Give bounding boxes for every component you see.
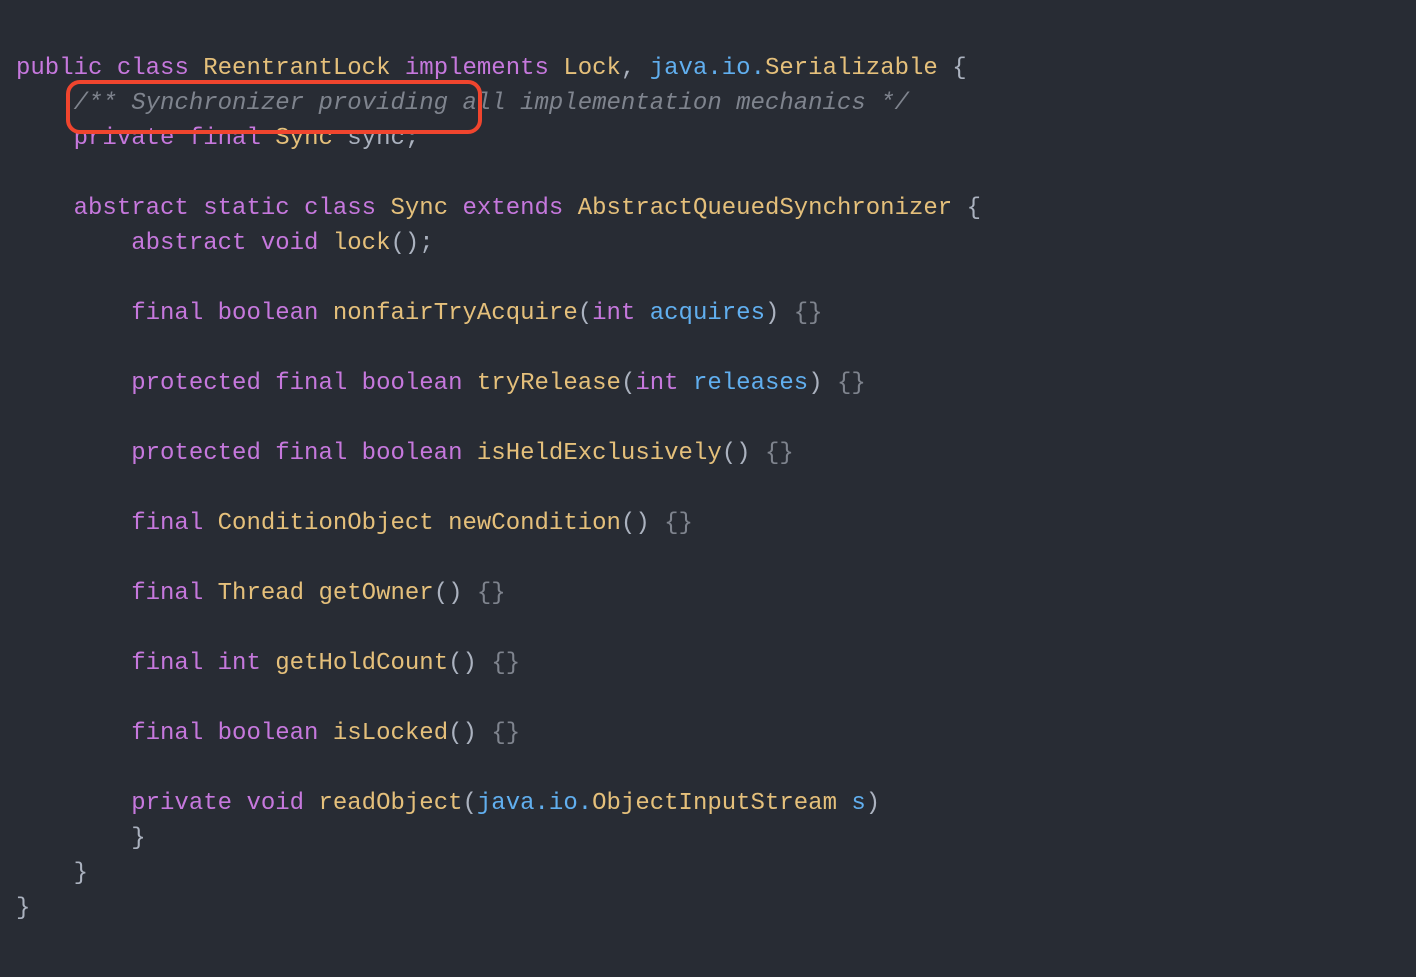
method-nonfairtryacquire: nonfairTryAcquire (333, 300, 578, 327)
kw-final: final (131, 300, 203, 327)
empty-body: {} (765, 440, 794, 467)
type-thread: Thread (218, 580, 304, 607)
code-block: public class ReentrantLock implements Lo… (0, 0, 1416, 977)
parens: () (722, 440, 751, 467)
brace-close: } (74, 860, 88, 887)
parens: (); (390, 230, 433, 257)
kw-void: void (261, 230, 319, 257)
empty-body: {} (491, 650, 520, 677)
parens: () (448, 720, 477, 747)
method-readobject: readObject (318, 790, 462, 817)
type-objectinputstream: ObjectInputStream (592, 790, 837, 817)
param-acquires: acquires (650, 300, 765, 327)
pkg-java-io: java.io. (477, 790, 592, 817)
comma: , (621, 55, 635, 82)
type-serializable: Serializable (765, 55, 938, 82)
method-islocked: isLocked (333, 720, 448, 747)
paren-close: ) (765, 300, 779, 327)
empty-body: {} (491, 720, 520, 747)
kw-final: final (275, 370, 347, 397)
empty-body: {} (837, 370, 866, 397)
parens: () (434, 580, 463, 607)
paren-open: ( (578, 300, 592, 327)
kw-public: public (16, 55, 102, 82)
kw-int: int (592, 300, 635, 327)
type-sync: Sync (275, 125, 333, 152)
kw-extends: extends (463, 195, 564, 222)
type-sync: Sync (390, 195, 448, 222)
kw-boolean: boolean (218, 300, 319, 327)
kw-protected: protected (131, 370, 261, 397)
kw-implements: implements (405, 55, 549, 82)
paren-open: ( (463, 790, 477, 817)
method-newcondition: newCondition (448, 510, 621, 537)
type-reentrantlock: ReentrantLock (203, 55, 390, 82)
kw-private: private (74, 125, 175, 152)
parens: () (448, 650, 477, 677)
kw-protected: protected (131, 440, 261, 467)
kw-class: class (304, 195, 376, 222)
kw-static: static (203, 195, 289, 222)
brace-open: { (952, 55, 966, 82)
kw-final: final (131, 720, 203, 747)
method-isheldexclusively: isHeldExclusively (477, 440, 722, 467)
empty-body: {} (794, 300, 823, 327)
kw-final: final (131, 510, 203, 537)
kw-boolean: boolean (362, 370, 463, 397)
kw-boolean: boolean (218, 720, 319, 747)
paren-open: ( (621, 370, 635, 397)
method-tryrelease: tryRelease (477, 370, 621, 397)
paren-close: ) (808, 370, 822, 397)
method-lock: lock (333, 230, 391, 257)
kw-abstract: abstract (74, 195, 189, 222)
type-aqs: AbstractQueuedSynchronizer (578, 195, 952, 222)
kw-final: final (275, 440, 347, 467)
param-s: s (851, 790, 865, 817)
kw-abstract: abstract (131, 230, 246, 257)
kw-class: class (117, 55, 189, 82)
kw-boolean: boolean (362, 440, 463, 467)
kw-void: void (246, 790, 304, 817)
kw-int: int (218, 650, 261, 677)
parens: () (621, 510, 650, 537)
kw-int: int (635, 370, 678, 397)
type-lock: Lock (563, 55, 621, 82)
kw-private: private (131, 790, 232, 817)
param-releases: releases (693, 370, 808, 397)
kw-final: final (189, 125, 261, 152)
type-conditionobject: ConditionObject (218, 510, 434, 537)
brace-close: } (131, 825, 145, 852)
empty-body: {} (664, 510, 693, 537)
paren-close: ) (866, 790, 880, 817)
kw-final: final (131, 650, 203, 677)
semi: ; (405, 125, 419, 152)
empty-body: {} (477, 580, 506, 607)
brace-open: { (967, 195, 981, 222)
comment-sync: /** Synchronizer providing all implement… (74, 90, 909, 117)
method-getowner: getOwner (318, 580, 433, 607)
method-getholdcount: getHoldCount (275, 650, 448, 677)
kw-final: final (131, 580, 203, 607)
pkg-java-io: java.io. (650, 55, 765, 82)
brace-close: } (16, 895, 30, 922)
var-sync: sync (347, 125, 405, 152)
